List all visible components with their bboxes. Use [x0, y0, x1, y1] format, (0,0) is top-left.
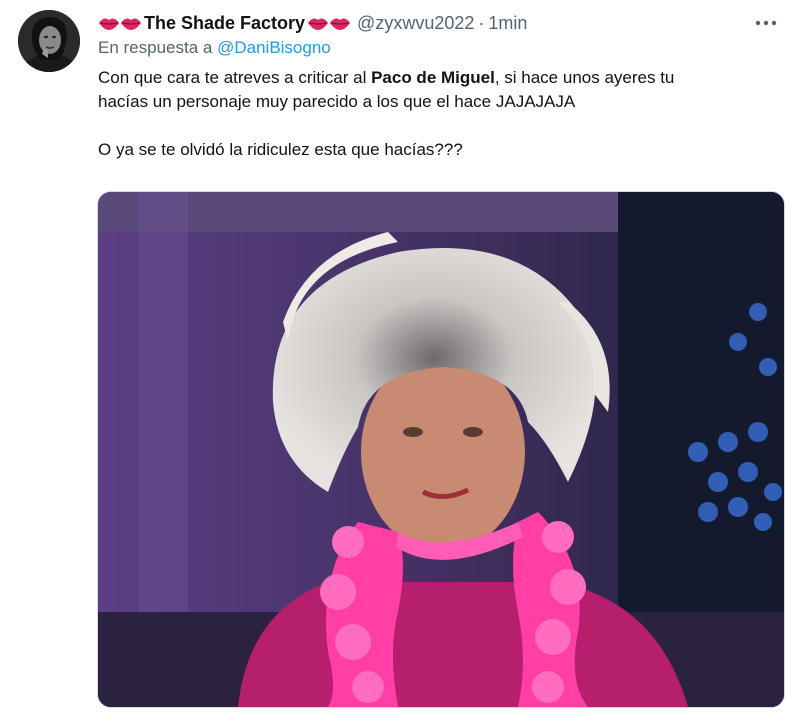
kiss-mark-icon — [307, 14, 351, 32]
tweet-text-line: hacías un personaje muy parecido a los q… — [98, 92, 576, 111]
reply-mention-link[interactable]: @DaniBisogno — [217, 38, 331, 57]
kiss-mark-icon — [98, 14, 142, 32]
tweet-text-line: Con que cara te atreves a criticar al Pa… — [98, 66, 788, 90]
tweet-text-line: O ya se te olvidó la ridiculez esta que … — [98, 140, 463, 159]
tweet-header: The Shade Factory @zyxwvu2022 · 1min — [98, 10, 780, 36]
timestamp[interactable]: 1min — [488, 13, 527, 34]
display-name[interactable]: The Shade Factory — [144, 13, 305, 34]
tweet-text: Con que cara te atreves a criticar al Pa… — [98, 66, 788, 162]
user-handle[interactable]: @zyxwvu2022 — [357, 13, 474, 34]
text-bold-segment: Paco de Miguel — [371, 68, 495, 87]
text-segment: , si hace unos ayeres tu — [494, 68, 675, 87]
reply-context: En respuesta a @DaniBisogno — [98, 38, 331, 58]
tweet-media-image[interactable] — [97, 191, 785, 708]
reply-prefix: En respuesta a — [98, 38, 213, 57]
more-horizontal-icon[interactable] — [752, 10, 780, 36]
separator-dot: · — [478, 12, 485, 33]
avatar[interactable] — [18, 10, 80, 72]
text-segment: Con que cara te atreves a criticar al — [98, 68, 372, 87]
